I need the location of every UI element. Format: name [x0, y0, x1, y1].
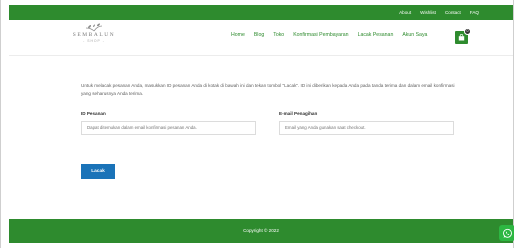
- leaf-logo-icon: [85, 23, 103, 32]
- topbar-link-about[interactable]: About: [399, 10, 411, 15]
- nav-item-blog[interactable]: Blog: [254, 32, 264, 38]
- order-id-label: ID Pesanan: [81, 111, 106, 116]
- billing-email-group: E-mail Penagihan: [279, 111, 454, 135]
- main-navigation: Home Blog Toko Konfirmasi Pembayaran Lac…: [231, 32, 427, 38]
- whatsapp-chat-button[interactable]: [499, 225, 514, 241]
- nav-item-home[interactable]: Home: [231, 32, 245, 38]
- whatsapp-icon: [502, 228, 512, 238]
- site-logo[interactable]: SEMBALUN - SHOP -: [64, 23, 124, 51]
- order-tracking-form: Untuk melacak pesanan Anda, masukkan ID …: [81, 82, 461, 179]
- billing-email-label: E-mail Penagihan: [279, 111, 318, 116]
- copyright-text: Copyright © 2022: [243, 228, 279, 233]
- tracking-instructions: Untuk melacak pesanan Anda, masukkan ID …: [81, 83, 455, 96]
- order-id-input[interactable]: [81, 120, 256, 135]
- nav-item-akun-saya[interactable]: Akun Saya: [402, 32, 427, 38]
- shopping-bag-icon: [458, 34, 465, 41]
- brand-tagline: - SHOP -: [83, 39, 105, 43]
- billing-email-input[interactable]: [279, 120, 454, 135]
- brand-name: SEMBALUN: [72, 32, 116, 38]
- nav-item-konfirmasi-pembayaran[interactable]: Konfirmasi Pembayaran: [293, 32, 348, 38]
- track-order-button[interactable]: Lacak: [81, 164, 115, 179]
- site-footer: Copyright © 2022: [9, 219, 513, 243]
- topbar-link-contact[interactable]: Contact: [445, 10, 461, 15]
- nav-item-lacak-pesanan[interactable]: Lacak Pesanan: [358, 32, 394, 38]
- browser-viewport: About Wishlist Contact FAQ SEMBALUN - SH…: [0, 0, 514, 248]
- top-utility-links: About Wishlist Contact FAQ: [399, 5, 479, 20]
- topbar-link-wishlist[interactable]: Wishlist: [420, 10, 436, 15]
- topbar-link-faq[interactable]: FAQ: [470, 10, 479, 15]
- top-utility-bar: About Wishlist Contact FAQ: [9, 5, 513, 20]
- nav-item-toko[interactable]: Toko: [273, 32, 284, 38]
- order-id-group: ID Pesanan: [81, 111, 256, 135]
- site-header: SEMBALUN - SHOP - Home Blog Toko Konfirm…: [9, 20, 513, 56]
- cart-button[interactable]: 0: [455, 28, 471, 44]
- cart-count-badge: 0: [464, 28, 471, 35]
